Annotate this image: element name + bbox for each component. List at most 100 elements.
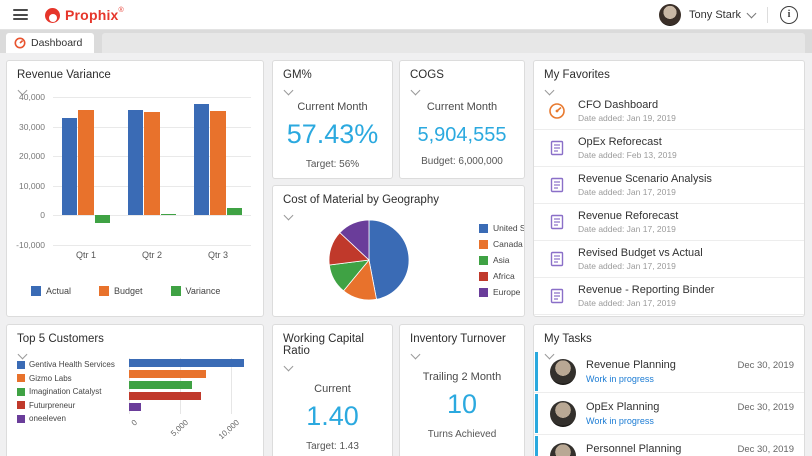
- legend-label: Variance: [186, 286, 221, 296]
- card-title: Top 5 Customers: [7, 325, 263, 345]
- task-accent-bar: [535, 436, 538, 456]
- kpi-subtitle: Trailing 2 Month: [423, 371, 501, 383]
- task-date: Dec 30, 2019: [737, 360, 794, 371]
- favorite-date: Date added: Jan 17, 2019: [578, 224, 678, 234]
- kpi-footer: Budget: 6,000,000: [421, 156, 503, 167]
- document-icon: [548, 139, 566, 157]
- hbar-imagination-catalyst[interactable]: [129, 381, 192, 389]
- hbar-futurpreneur[interactable]: [129, 392, 201, 400]
- legend-item[interactable]: Gizmo Labs: [17, 374, 115, 383]
- kpi-value: 5,904,555: [418, 124, 507, 147]
- kpi-body: Current 1.40 Target: 1.43: [273, 370, 392, 452]
- legend-item[interactable]: Europe: [479, 287, 525, 297]
- legend-item[interactable]: Budget: [99, 286, 143, 296]
- bar-chart-plot: [53, 97, 251, 245]
- info-icon[interactable]: i: [780, 6, 798, 24]
- favorite-item[interactable]: Revenue Scenario Analysis Date added: Ja…: [534, 167, 804, 204]
- working-capital-card: Working Capital Ratio Current 1.40 Targe…: [272, 324, 393, 456]
- y-axis-tick-label: 10,000: [19, 181, 45, 191]
- kpi-subtitle: Current: [314, 383, 351, 395]
- task-status-link[interactable]: Work in progress: [586, 416, 659, 426]
- tab-bar: Dashboard: [0, 30, 812, 53]
- bar-variance-qtr-3[interactable]: [227, 208, 242, 215]
- hamburger-menu-icon[interactable]: [13, 7, 28, 23]
- hbar-oneeleven[interactable]: [129, 403, 141, 411]
- card-title: Inventory Turnover: [400, 325, 524, 345]
- chevron-down-icon[interactable]: [747, 8, 757, 18]
- legend-item[interactable]: Africa: [479, 271, 525, 281]
- legend-swatch: [479, 288, 488, 297]
- favorite-name: Revenue Scenario Analysis: [578, 173, 712, 185]
- legend-label: Africa: [493, 271, 515, 281]
- legend-item[interactable]: Actual: [31, 286, 71, 296]
- kpi-value: 1.40: [306, 401, 359, 432]
- bar-budget-qtr-3[interactable]: [210, 111, 225, 215]
- task-name: Personnel Planning: [586, 443, 681, 455]
- task-item[interactable]: OpEx Planning Work in progress Dec 30, 2…: [534, 393, 804, 435]
- legend-swatch: [479, 256, 488, 265]
- favorite-item[interactable]: OpEx Reforecast Date added: Feb 13, 2019: [534, 130, 804, 167]
- task-status-link[interactable]: Work in progress: [586, 374, 676, 384]
- collapse-chevron-icon[interactable]: [18, 350, 28, 360]
- document-icon: [548, 213, 566, 231]
- legend-item[interactable]: Gentiva Health Services: [17, 360, 115, 369]
- legend-label: Europe: [493, 287, 520, 297]
- legend-item[interactable]: oneeleven: [17, 414, 115, 423]
- bar-actual-qtr-1[interactable]: [62, 118, 77, 216]
- brand-logo: Prophix ®: [45, 7, 124, 23]
- favorite-name: Revenue Reforecast: [578, 210, 678, 222]
- favorite-date: Date added: Jan 17, 2019: [578, 187, 712, 197]
- legend-item[interactable]: Canada: [479, 239, 525, 249]
- legend-item[interactable]: Futurpreneur: [17, 401, 115, 410]
- chart-legend: Gentiva Health Services Gizmo Labs Imagina…: [17, 360, 115, 428]
- x-axis-label: Qtr 3: [208, 250, 228, 260]
- kpi-footer: Target: 1.43: [306, 441, 359, 452]
- favorite-item[interactable]: Revenue - Reporting Binder Date added: J…: [534, 278, 804, 315]
- legend-item[interactable]: Variance: [171, 286, 221, 296]
- x-axis-label: Qtr 1: [76, 250, 96, 260]
- legend-label: Actual: [46, 286, 71, 296]
- y-axis-tick-label: 40,000: [19, 92, 45, 102]
- bar-variance-qtr-1[interactable]: [95, 215, 110, 222]
- registered-mark: ®: [119, 7, 124, 14]
- pie-slice-united-states[interactable]: [369, 220, 409, 299]
- card-title: Working Capital Ratio: [273, 325, 392, 357]
- favorites-list: CFO Dashboard Date added: Jan 19, 2019 O…: [534, 93, 804, 315]
- bar-budget-qtr-2[interactable]: [144, 112, 159, 216]
- chart-legend: Actual Budget Variance: [31, 286, 220, 296]
- gridline: [53, 245, 251, 246]
- hbar-gentiva-health-services[interactable]: [129, 359, 244, 367]
- legend-item[interactable]: Imagination Catalyst: [17, 387, 115, 396]
- y-axis: 40,00030,00020,00010,0000-10,000: [7, 97, 49, 245]
- prophix-logo-icon: [45, 8, 60, 23]
- user-avatar[interactable]: [659, 4, 681, 26]
- favorite-item[interactable]: Revenue Reforecast Date added: Jan 17, 2…: [534, 204, 804, 241]
- card-title: My Favorites: [534, 61, 804, 81]
- legend-item[interactable]: United States: [479, 223, 525, 233]
- tab-dashboard[interactable]: Dashboard: [6, 33, 94, 53]
- gm-percent-card: GM% Current Month 57.43% Target: 56%: [272, 60, 393, 179]
- kpi-value: 57.43%: [287, 119, 379, 150]
- top5-customers-card: Top 5 Customers Gentiva Health ServicesG…: [6, 324, 264, 456]
- hbar-gizmo-labs[interactable]: [129, 370, 206, 378]
- task-item[interactable]: Revenue Planning Work in progress Dec 30…: [534, 351, 804, 393]
- y-axis-tick-label: -10,000: [16, 240, 45, 250]
- top-bar: Prophix ® Tony Stark i: [0, 0, 812, 30]
- tab-strip: [102, 33, 805, 53]
- chart-legend: United States Canada Asia Africa Europe: [479, 223, 525, 303]
- bar-actual-qtr-2[interactable]: [128, 110, 143, 215]
- bar-actual-qtr-3[interactable]: [194, 104, 209, 215]
- legend-item[interactable]: Asia: [479, 255, 525, 265]
- task-item[interactable]: Personnel Planning Work in progress Dec …: [534, 435, 804, 456]
- favorite-date: Date added: Jan 17, 2019: [578, 261, 703, 271]
- kpi-value: 10: [447, 389, 477, 420]
- bar-variance-qtr-2[interactable]: [161, 214, 176, 216]
- legend-swatch: [479, 224, 488, 233]
- favorite-item[interactable]: Revised Budget vs Actual Date added: Jan…: [534, 241, 804, 278]
- collapse-chevron-icon[interactable]: [284, 211, 294, 221]
- bar-budget-qtr-1[interactable]: [78, 110, 93, 215]
- favorite-item[interactable]: CFO Dashboard Date added: Jan 19, 2019: [534, 93, 804, 130]
- cost-of-material-card: Cost of Material by Geography United Sta…: [272, 185, 525, 317]
- legend-swatch: [479, 240, 488, 249]
- kpi-body: Current Month 57.43% Target: 56%: [273, 94, 392, 170]
